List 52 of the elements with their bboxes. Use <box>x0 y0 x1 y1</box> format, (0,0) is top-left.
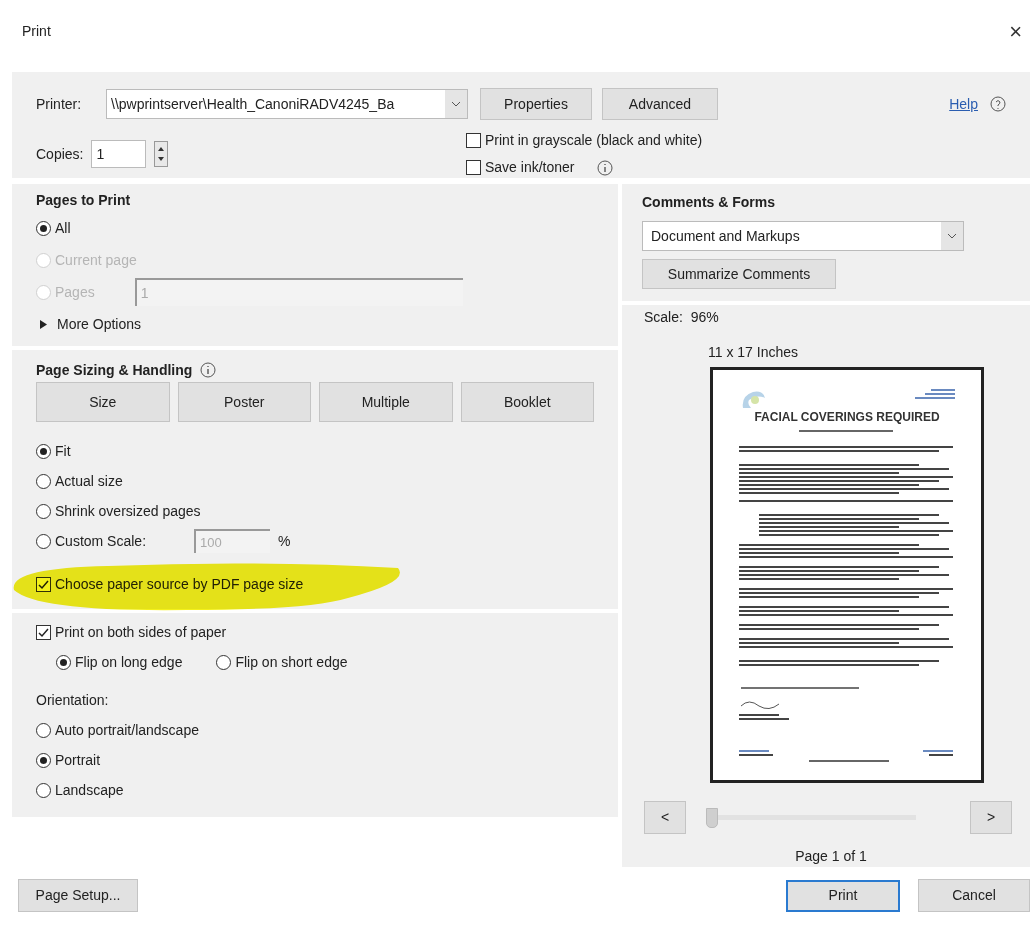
scale-label: Scale: 96% <box>644 308 720 327</box>
percent-label: % <box>278 531 291 551</box>
chevron-down-icon <box>445 90 467 118</box>
sizing-radio[interactable]: Fit <box>36 440 71 462</box>
printer-dropdown[interactable]: \\pwprintserver\Health_CanoniRADV4245_Ba <box>106 89 468 119</box>
page-setup-button[interactable]: Page Setup... <box>18 879 138 912</box>
sizing-radio[interactable]: Shrink oversized pages <box>36 500 201 522</box>
flip-radio[interactable]: Flip on short edge <box>216 651 348 673</box>
sizing-tab[interactable]: Poster <box>177 382 311 422</box>
orientation-radio[interactable]: Portrait <box>36 749 101 771</box>
info-icon[interactable] <box>596 159 613 176</box>
comments-dropdown[interactable]: Document and Markups <box>642 221 964 251</box>
sizing-tab[interactable]: Multiple <box>319 382 453 422</box>
previous-page-button[interactable]: < <box>644 801 686 834</box>
cancel-button[interactable]: Cancel <box>918 879 1030 912</box>
print-button[interactable]: Print <box>786 879 900 912</box>
window-title: Print <box>22 21 51 41</box>
sizing-radio[interactable]: Custom Scale: <box>36 530 147 552</box>
triangle-right-icon <box>40 319 47 329</box>
duplex-checkbox[interactable]: Print on both sides of paper <box>36 621 227 643</box>
page-slider[interactable] <box>706 807 916 828</box>
sizing-tab[interactable]: Booklet <box>460 382 594 422</box>
option-checkbox[interactable]: Print in grayscale (black and white) <box>466 130 703 151</box>
next-page-button[interactable]: > <box>970 801 1012 834</box>
orientation-radio[interactable]: Auto portrait/landscape <box>36 719 199 741</box>
info-icon[interactable] <box>200 362 217 378</box>
sizing-radio[interactable]: Actual size <box>36 470 123 492</box>
summarize-comments-button[interactable]: Summarize Comments <box>642 259 836 289</box>
orientation-label: Orientation: <box>36 690 109 710</box>
copies-label: Copies: <box>36 144 84 164</box>
paper-size-label: 11 x 17 Inches <box>708 343 800 362</box>
pages-radio[interactable]: All <box>36 217 71 239</box>
properties-button[interactable]: Properties <box>480 88 592 120</box>
more-options-toggle[interactable]: More Options <box>40 308 594 340</box>
chevron-down-icon <box>941 222 963 250</box>
copies-field[interactable]: 1 <box>91 140 147 168</box>
help-icon[interactable] <box>990 96 1006 112</box>
advanced-button[interactable]: Advanced <box>602 88 718 120</box>
spinner-icon[interactable] <box>154 141 169 167</box>
sizing-tab[interactable]: Size <box>36 382 170 422</box>
page-count: Page 1 of 1 <box>794 847 868 866</box>
section-heading: Comments & Forms <box>642 193 777 212</box>
section-heading: Pages to Print <box>36 191 132 210</box>
orientation-radio[interactable]: Landscape <box>36 779 124 801</box>
close-button[interactable]: × <box>1009 14 1022 48</box>
section-heading: Page Sizing & Handling <box>36 360 193 380</box>
document-heading: FACIAL COVERINGS REQUIRED <box>753 409 941 426</box>
check-icon <box>38 626 49 638</box>
printer-label: Printer: <box>36 94 83 114</box>
option-checkbox[interactable]: Save ink/toner <box>466 157 575 178</box>
help-link[interactable]: Help <box>949 93 978 115</box>
flip-radio[interactable]: Flip on long edge <box>56 651 183 673</box>
